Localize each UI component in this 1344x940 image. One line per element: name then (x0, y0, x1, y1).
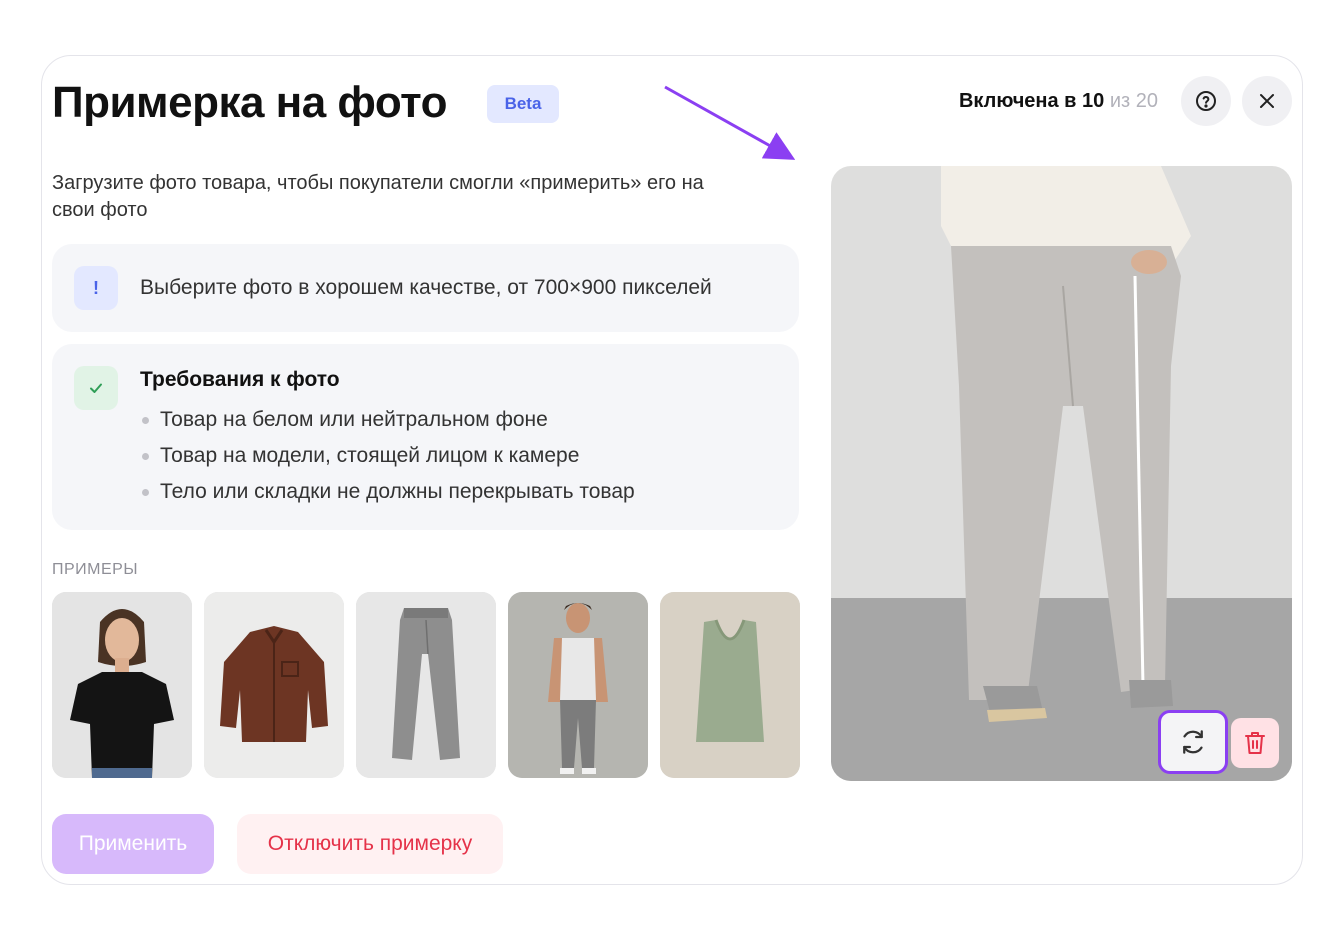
check-icon (74, 366, 118, 410)
refresh-icon (1183, 730, 1203, 754)
product-preview-image (831, 166, 1292, 781)
requirements-list: Товар на белом или нейтральном фоне Това… (140, 406, 635, 514)
example-man-tank-top[interactable] (508, 592, 648, 778)
requirement-item: Товар на белом или нейтральном фоне (140, 406, 635, 442)
photo-requirements: Требования к фото Товар на белом или ней… (52, 344, 799, 530)
delete-photo-button[interactable] (1231, 718, 1279, 768)
help-button[interactable] (1181, 76, 1231, 126)
usage-status-total: из 20 (1109, 90, 1158, 112)
example-woman-tshirt[interactable] (52, 592, 192, 778)
quality-notice-text: Выберите фото в хорошем качестве, от 700… (140, 276, 712, 299)
requirements-title: Требования к фото (140, 368, 340, 391)
disable-try-on-button[interactable]: Отключить примерку (237, 814, 503, 874)
example-green-tank-top[interactable] (660, 592, 800, 778)
trash-icon (1245, 732, 1265, 754)
requirement-item: Товар на модели, стоящей лицом к камере (140, 442, 635, 478)
quality-notice: ! Выберите фото в хорошем качестве, от 7… (52, 244, 799, 332)
example-brown-jacket[interactable] (204, 592, 344, 778)
question-circle-icon (1196, 91, 1216, 111)
try-on-modal: Примерка на фото Beta Включена в 10 из 2… (41, 55, 1303, 885)
apply-button[interactable]: Применить (52, 814, 214, 874)
page-title: Примерка на фото (52, 78, 447, 127)
exclamation-icon: ! (74, 266, 118, 310)
replace-photo-button[interactable] (1158, 710, 1228, 774)
beta-badge: Beta (487, 85, 559, 123)
page-subtitle: Загрузите фото товара, чтобы покупатели … (52, 172, 704, 221)
usage-status: Включена в 10 из 20 (959, 90, 1158, 113)
example-gray-jeans[interactable] (356, 592, 496, 778)
requirement-item: Тело или складки не должны перекрывать т… (140, 478, 635, 514)
examples-label: ПРИМЕРЫ (52, 561, 139, 578)
usage-status-count: Включена в 10 (958, 90, 1105, 112)
close-button[interactable] (1242, 76, 1292, 126)
examples-gallery (52, 592, 800, 778)
close-icon (1260, 94, 1274, 108)
